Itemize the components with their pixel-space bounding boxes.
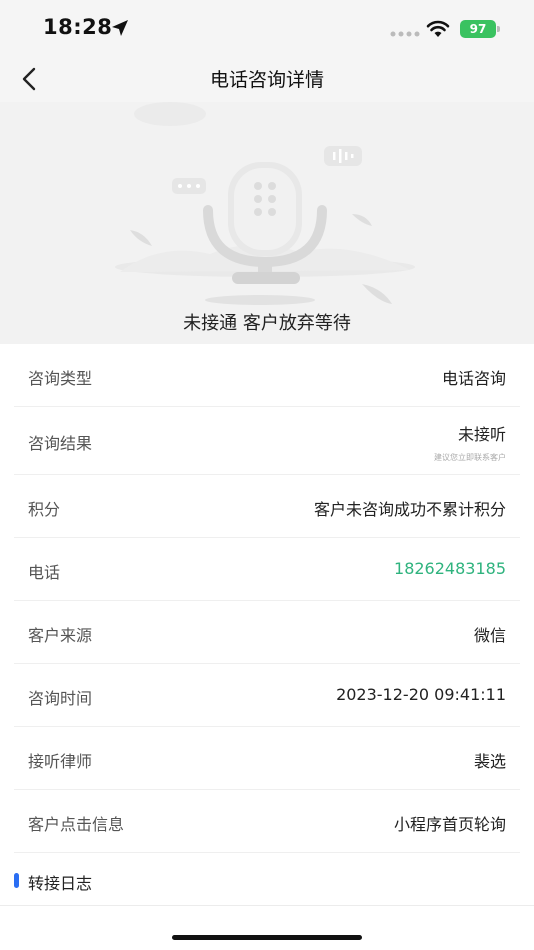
source-row: 客户来源 微信 (14, 601, 520, 664)
consult-result-value: 未接听 (457, 425, 506, 444)
nav-bar: 电话咨询详情 (0, 56, 534, 102)
consult-result-label: 咨询结果 (28, 434, 93, 453)
lawyer-value: 裴选 (473, 752, 506, 771)
consult-details-list: 咨询类型 电话咨询 咨询结果 未接听 建议您立即联系客户 积分 客户未咨询成功不… (0, 344, 534, 853)
points-label: 积分 (28, 500, 61, 519)
phone-label: 电话 (28, 563, 61, 582)
call-status-banner: 未接通 客户放弃等待 (0, 102, 534, 344)
status-bar: 18:28 97 (0, 0, 534, 56)
battery-cap (497, 26, 500, 32)
phone-number-link[interactable]: 18262483185 (394, 559, 506, 578)
home-indicator[interactable] (172, 935, 362, 940)
transfer-log-section: 转接日志 (0, 864, 534, 904)
wifi-icon (426, 20, 450, 37)
transfer-log-title: 转接日志 (28, 874, 93, 893)
lawyer-label: 接听律师 (28, 752, 93, 771)
consult-type-value: 电话咨询 (441, 369, 506, 388)
section-accent-bar (14, 873, 19, 888)
click-info-value: 小程序首页轮询 (393, 815, 506, 834)
consult-time-row: 咨询时间 2023-12-20 09:41:11 (14, 664, 520, 727)
microphone-illustration-icon (115, 102, 415, 305)
source-value: 微信 (473, 626, 506, 645)
cellular-signal-icon (390, 31, 420, 37)
battery-level: 97 (469, 22, 487, 36)
consult-type-row: 咨询类型 电话咨询 (14, 344, 520, 407)
click-info-label: 客户点击信息 (28, 815, 125, 834)
consult-type-label: 咨询类型 (28, 369, 93, 388)
divider (0, 905, 534, 906)
points-row: 积分 客户未咨询成功不累计积分 (14, 475, 520, 538)
source-label: 客户来源 (28, 626, 93, 645)
location-arrow-icon (112, 20, 128, 36)
consult-result-hint: 建议您立即联系客户 (434, 453, 506, 462)
status-time: 18:28 (43, 15, 113, 39)
phone-row: 电话 18262483185 (14, 538, 520, 601)
consult-time-value: 2023-12-20 09:41:11 (336, 685, 506, 704)
click-info-row: 客户点击信息 小程序首页轮询 (14, 790, 520, 853)
page-title: 电话咨询详情 (209, 69, 324, 91)
battery-indicator: 97 (460, 20, 496, 38)
lawyer-row: 接听律师 裴选 (14, 727, 520, 790)
consult-time-label: 咨询时间 (28, 689, 93, 708)
points-value: 客户未咨询成功不累计积分 (313, 500, 506, 519)
consult-result-row: 咨询结果 未接听 建议您立即联系客户 (14, 407, 520, 475)
call-status-text: 未接通 客户放弃等待 (183, 313, 351, 334)
